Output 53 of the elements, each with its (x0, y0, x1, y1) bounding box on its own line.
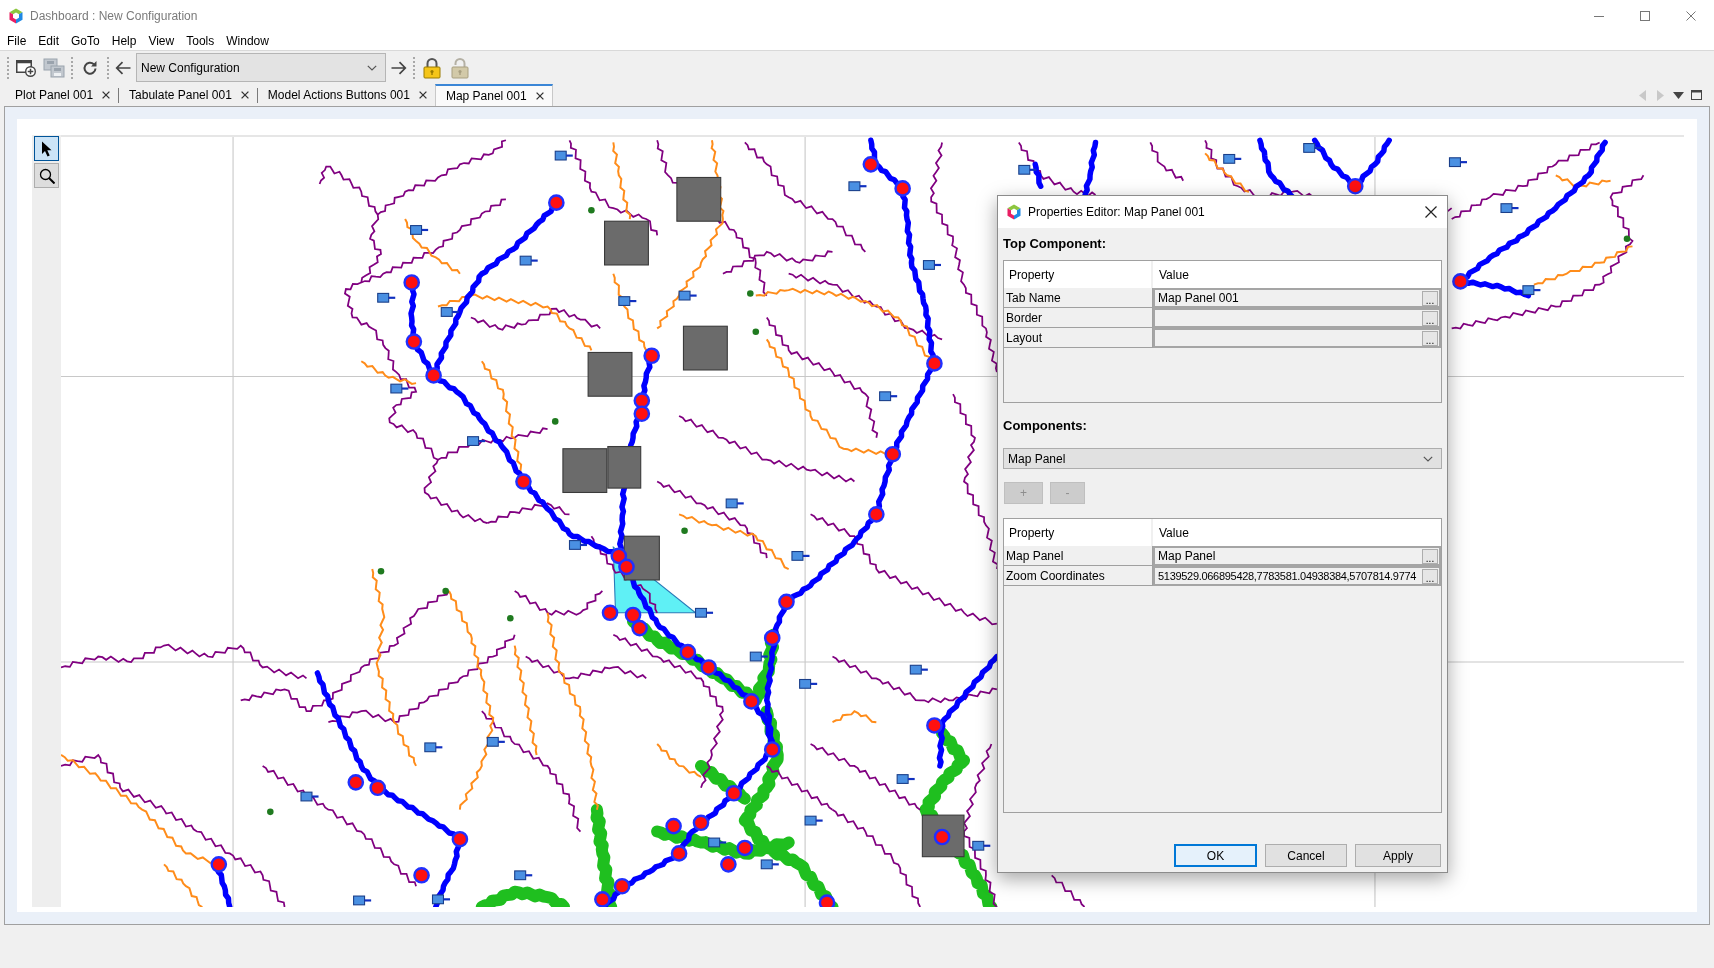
down-triangle-icon[interactable] (1673, 91, 1684, 99)
menu-item[interactable]: View (148, 33, 175, 49)
component-dropdown[interactable]: Map Panel (1003, 448, 1442, 469)
close-icon[interactable] (1425, 206, 1437, 218)
menu-item[interactable]: Edit (38, 33, 60, 49)
value-field[interactable]: Map Panel ... (1153, 546, 1441, 566)
value-field[interactable]: 5139529.066895428,7783581.04938384,5707814.9774 ... (1153, 566, 1441, 586)
ellipsis-button[interactable]: ... (1422, 548, 1438, 564)
cancel-button[interactable]: Cancel (1265, 844, 1347, 867)
close-icon[interactable] (240, 91, 249, 99)
left-arrow-icon[interactable] (115, 60, 131, 75)
chevron-down-icon[interactable] (1423, 455, 1433, 462)
maximize-icon[interactable] (1640, 11, 1650, 21)
apply-button[interactable]: Apply (1355, 844, 1441, 867)
menu-item[interactable]: File (7, 33, 27, 49)
ellipsis-button[interactable]: ... (1422, 568, 1438, 584)
window-title: Dashboard : New Configuration (30, 8, 198, 25)
right-arrow-icon[interactable] (391, 60, 407, 75)
tab[interactable]: Plot Panel 001 (5, 84, 119, 106)
app-logo-icon (1006, 204, 1022, 220)
tab[interactable]: Tabulate Panel 001 (119, 84, 257, 106)
close-icon[interactable] (418, 91, 427, 99)
column-header: Value (1158, 266, 1190, 284)
section-heading: Components: (1003, 416, 1088, 435)
menu-item[interactable]: GoTo (71, 33, 100, 49)
padlock-icon[interactable] (423, 56, 441, 79)
column-header: Value (1158, 524, 1190, 542)
window-plus-icon[interactable] (16, 58, 36, 77)
value-field[interactable]: ... (1153, 308, 1441, 328)
value-field[interactable]: Map Panel 001 ... (1153, 288, 1441, 308)
column-header: Property (1004, 261, 1153, 288)
app-logo-icon (8, 8, 24, 24)
refresh-icon[interactable] (82, 59, 98, 76)
ellipsis-button[interactable]: ... (1422, 310, 1438, 326)
menu-item[interactable]: Tools (186, 33, 215, 49)
tab[interactable]: Map Panel 001 (434, 84, 553, 106)
pointer-icon[interactable] (40, 140, 53, 157)
menu-item[interactable]: Window (226, 33, 269, 49)
configuration-dropdown[interactable]: New Configuration (136, 53, 386, 82)
close-icon[interactable] (102, 91, 111, 99)
menu-item[interactable]: Help (111, 33, 137, 49)
pointer-tool-button[interactable] (34, 136, 59, 161)
dialog-title: Properties Editor: Map Panel 001 (1028, 204, 1205, 221)
minimize-icon[interactable] (1594, 15, 1604, 17)
section-heading: Top Component: (1003, 235, 1107, 254)
ok-button[interactable]: OK (1174, 844, 1257, 867)
column-header: Property (1004, 519, 1153, 546)
ellipsis-button[interactable]: ... (1422, 290, 1438, 306)
tab[interactable]: Model Actions Buttons 001 (257, 84, 435, 106)
ellipsis-button[interactable]: ... (1422, 330, 1438, 346)
value-field[interactable]: ... (1153, 328, 1441, 348)
chevron-down-icon[interactable] (367, 64, 377, 71)
close-icon[interactable] (535, 92, 544, 100)
